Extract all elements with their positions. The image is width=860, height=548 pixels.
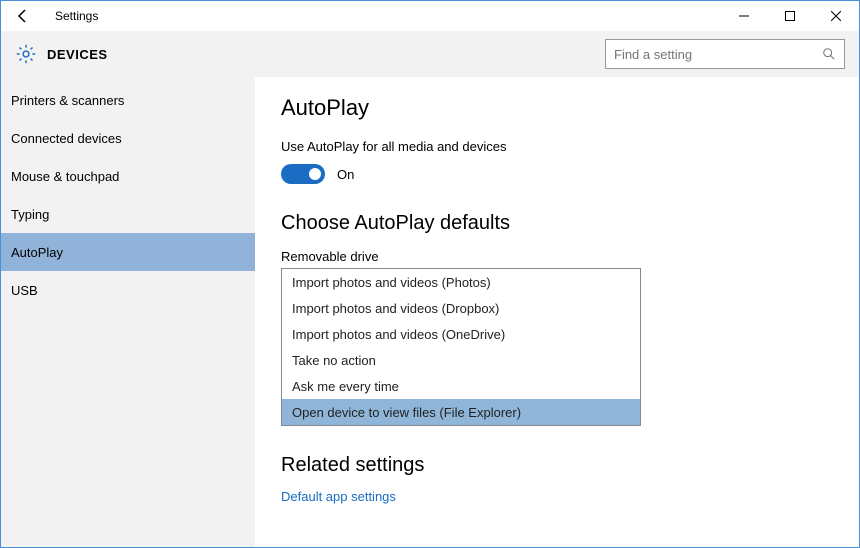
sidebar-item-mouse-touchpad[interactable]: Mouse & touchpad xyxy=(1,157,255,195)
search-icon xyxy=(822,47,836,61)
content: AutoPlay Use AutoPlay for all media and … xyxy=(255,77,859,547)
search-input[interactable] xyxy=(614,47,822,62)
sidebar-item-printers-scanners[interactable]: Printers & scanners xyxy=(1,81,255,119)
removable-drive-label: Removable drive xyxy=(281,249,859,264)
sidebar-item-usb[interactable]: USB xyxy=(1,271,255,309)
maximize-button[interactable] xyxy=(767,1,813,31)
sidebar: Printers & scanners Connected devices Mo… xyxy=(1,77,255,547)
toggle-label: Use AutoPlay for all media and devices xyxy=(281,139,859,154)
section-title: DEVICES xyxy=(47,47,108,62)
autoplay-toggle[interactable] xyxy=(281,164,325,184)
removable-drive-dropdown[interactable]: Import photos and videos (Photos) Import… xyxy=(281,268,641,426)
titlebar: Settings xyxy=(1,1,859,31)
sidebar-item-label: Printers & scanners xyxy=(11,93,124,108)
window-title: Settings xyxy=(55,9,98,23)
page-title: AutoPlay xyxy=(281,95,859,121)
header: DEVICES xyxy=(1,31,859,77)
dropdown-option[interactable]: Ask me every time xyxy=(282,373,640,399)
minimize-button[interactable] xyxy=(721,1,767,31)
sidebar-item-label: Connected devices xyxy=(11,131,122,146)
sidebar-item-connected-devices[interactable]: Connected devices xyxy=(1,119,255,157)
sidebar-item-label: Mouse & touchpad xyxy=(11,169,119,184)
default-app-settings-link[interactable]: Default app settings xyxy=(281,489,859,504)
related-heading: Related settings xyxy=(281,454,859,477)
dropdown-option[interactable]: Import photos and videos (Dropbox) xyxy=(282,295,640,321)
dropdown-option[interactable]: Open device to view files (File Explorer… xyxy=(282,399,640,425)
sidebar-item-autoplay[interactable]: AutoPlay xyxy=(1,233,255,271)
gear-icon xyxy=(15,43,37,65)
toggle-state: On xyxy=(337,167,354,182)
sidebar-item-label: Typing xyxy=(11,207,49,222)
sidebar-item-label: AutoPlay xyxy=(11,245,63,260)
dropdown-option[interactable]: Import photos and videos (OneDrive) xyxy=(282,321,640,347)
close-button[interactable] xyxy=(813,1,859,31)
dropdown-option[interactable]: Take no action xyxy=(282,347,640,373)
search-box[interactable] xyxy=(605,39,845,69)
sidebar-item-typing[interactable]: Typing xyxy=(1,195,255,233)
toggle-knob xyxy=(309,168,321,180)
back-button[interactable] xyxy=(9,2,37,30)
dropdown-option[interactable]: Import photos and videos (Photos) xyxy=(282,269,640,295)
defaults-heading: Choose AutoPlay defaults xyxy=(281,212,859,235)
sidebar-item-label: USB xyxy=(11,283,38,298)
window-controls xyxy=(721,1,859,31)
